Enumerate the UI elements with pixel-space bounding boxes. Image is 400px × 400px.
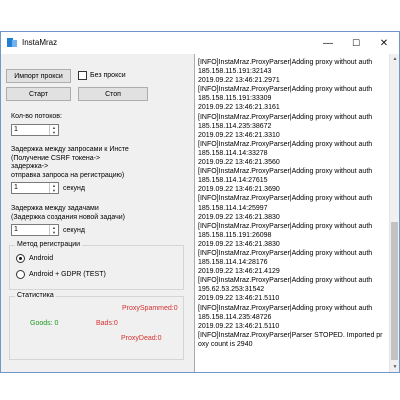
request-delay-spinner-icon[interactable]: ▲ ▼ <box>49 183 58 193</box>
log-line: 185.158.114.14:25997 <box>198 204 268 212</box>
log-line: 2019.09.22 13:46:21.3830 <box>198 213 280 221</box>
app-window: InstaMraz — ☐ ✕ Импорт прокси Без прокси… <box>0 31 400 373</box>
threads-label: Кол-во потоков: <box>11 113 62 120</box>
radio-android[interactable] <box>16 254 25 263</box>
task-delay-label-1: Задержка между задачами <box>11 205 99 212</box>
log-line: [INFO]InstaMraz.ProxyParser|Adding proxy… <box>198 222 373 230</box>
log-line: [INFO]InstaMraz.ProxyParser|Adding proxy… <box>198 59 373 66</box>
threads-value: 1 <box>14 126 18 133</box>
request-delay-label-3: задержка-> <box>11 163 49 170</box>
request-delay-label-1: Задержка между запросами к Инсте <box>11 146 129 153</box>
title-bar[interactable]: InstaMraz — ☐ ✕ <box>1 32 399 54</box>
log-line: 2019.09.22 13:46:21.3310 <box>198 131 280 139</box>
threads-input[interactable]: 1 ▲ ▼ <box>11 124 59 136</box>
log-line: 2019.09.22 13:46:21.5110 <box>198 322 280 330</box>
log-line: 185.158.114.14:28176 <box>198 259 268 267</box>
proxy-dead-stat: ProxyDead:0 <box>121 335 162 342</box>
task-delay-value: 1 <box>14 226 18 233</box>
bads-stat: Bads:0 <box>96 320 118 327</box>
scroll-down-icon[interactable]: ▼ <box>390 362 400 372</box>
log-line: 2019.09.22 13:46:21.3690 <box>198 186 280 194</box>
close-button[interactable]: ✕ <box>370 32 398 54</box>
threads-spinner-icon[interactable]: ▲ ▼ <box>49 125 58 135</box>
stop-button[interactable]: Стоп <box>78 87 148 101</box>
log-line: 185.158.114.14:27615 <box>198 177 268 185</box>
minimize-button[interactable]: — <box>314 32 342 54</box>
log-text: [INFO]InstaMraz.ProxyParser|Adding proxy… <box>198 58 386 349</box>
log-line: 185.158.114.235:38672 <box>198 122 272 130</box>
log-line: 185.158.115.191:26098 <box>198 231 272 239</box>
log-line: [INFO]InstaMraz.ProxyParser|Adding proxy… <box>198 249 373 257</box>
log-line: 185.158.114.235:48726 <box>198 313 272 321</box>
request-delay-unit: секунд <box>63 185 85 192</box>
task-delay-input[interactable]: 1 ▲ ▼ <box>11 224 59 236</box>
request-delay-label-4: отправка запроса на регистрацию) <box>11 171 125 179</box>
task-delay-unit: секунд <box>63 227 85 234</box>
log-line: [INFO]InstaMraz.ProxyParser|Adding proxy… <box>198 140 373 148</box>
log-line: 2019.09.22 13:46:21.3560 <box>198 159 280 167</box>
task-delay-label-2: (Задержка создания новой задачи) <box>11 213 125 221</box>
app-icon <box>7 38 17 47</box>
window-title: InstaMraz <box>22 38 58 47</box>
no-proxy-label: Без прокси <box>90 72 126 79</box>
request-delay-value: 1 <box>14 184 18 191</box>
log-line: [INFO]InstaMraz.ProxyParser|Adding proxy… <box>198 195 373 203</box>
log-line: 185.158.115.191:32143 <box>198 68 272 76</box>
log-line: [INFO]InstaMraz.ProxyParser|Adding proxy… <box>198 304 373 312</box>
log-line: [INFO]InstaMraz.ProxyParser|Adding proxy… <box>198 168 373 176</box>
log-line: 185.158.115.191:33309 <box>198 95 272 103</box>
log-line: 2019.09.22 13:46:21.3161 <box>198 104 280 112</box>
control-panel: Импорт прокси Без прокси Старт Стоп Кол-… <box>1 54 193 372</box>
log-textbox[interactable]: [INFO]InstaMraz.ProxyParser|Adding proxy… <box>194 54 399 372</box>
radio-android-gdpr[interactable] <box>16 270 25 279</box>
goods-stat: Goods: 0 <box>30 320 59 327</box>
import-proxy-button[interactable]: Импорт прокси <box>6 69 71 83</box>
radio-android-label: Android <box>29 255 54 262</box>
log-scrollbar[interactable]: ▲ ▼ <box>389 54 399 372</box>
maximize-button[interactable]: ☐ <box>342 32 370 54</box>
log-line: 2019.09.22 13:46:21.3830 <box>198 240 280 248</box>
log-line: 2019.09.22 13:46:21.4129 <box>198 268 280 276</box>
log-line: 2019.09.22 13:46:21.5110 <box>198 295 280 303</box>
registration-method-title: Метод регистрации <box>15 241 83 248</box>
scroll-up-icon[interactable]: ▲ <box>390 54 400 64</box>
registration-method-group: Метод регистрации Android Android + GDPR… <box>9 241 184 290</box>
radio-android-gdpr-label: Android + GDPR (TEST) <box>29 271 106 278</box>
statistics-group: Статистика ProxySpammed:0 Goods: 0 Bads:… <box>9 292 184 360</box>
proxy-spammed-stat: ProxySpammed:0 <box>122 305 178 312</box>
task-delay-spinner-icon[interactable]: ▲ ▼ <box>49 225 58 235</box>
log-line: [INFO]InstaMraz.ProxyParser|Adding proxy… <box>198 277 373 285</box>
scroll-thumb[interactable] <box>391 222 398 360</box>
start-button[interactable]: Старт <box>6 87 71 101</box>
log-line: 195.62.53.253:31542 <box>198 286 265 294</box>
log-line: [INFO]InstaMraz.ProxyParser|Parser STOPE… <box>198 331 383 348</box>
log-line: [INFO]InstaMraz.ProxyParser|Adding proxy… <box>198 113 373 121</box>
request-delay-label-2: (Получение CSRF токена-> <box>11 154 101 162</box>
log-line: 185.158.114.14:33278 <box>198 149 268 157</box>
request-delay-input[interactable]: 1 ▲ ▼ <box>11 182 59 194</box>
statistics-title: Статистика <box>15 292 56 299</box>
log-line: [INFO]InstaMraz.ProxyParser|Adding proxy… <box>198 86 373 94</box>
log-line: 2019.09.22 13:46:21.2971 <box>198 77 280 85</box>
no-proxy-checkbox[interactable] <box>78 71 87 80</box>
